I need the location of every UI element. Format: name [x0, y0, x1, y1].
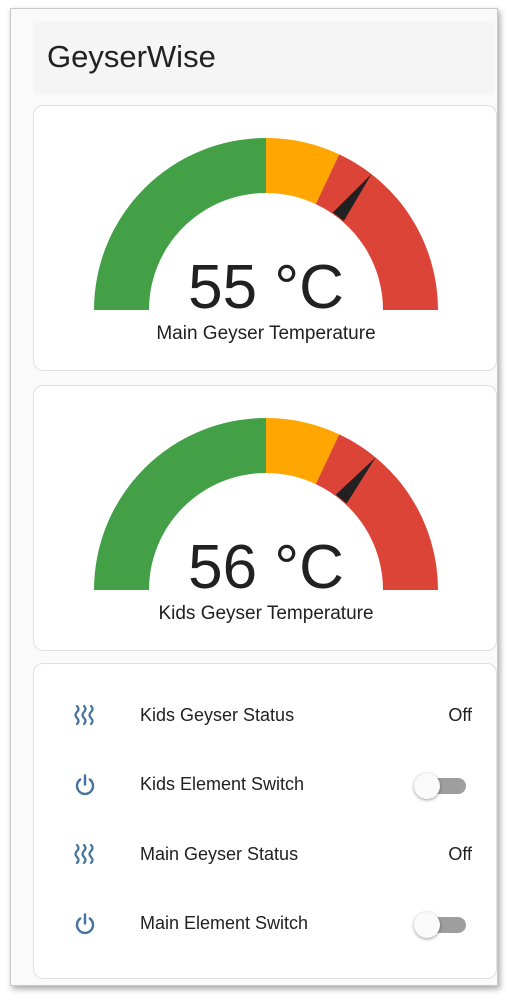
main-geyser-temperature-value: 55 °C [188, 253, 344, 322]
kids-element-switch-row: Kids Element Switch [34, 760, 498, 810]
heat-waves-icon [74, 843, 94, 865]
kids-geyser-status-label: Kids Geyser Status [140, 705, 295, 725]
power-icon [75, 774, 95, 796]
toggle-knob [414, 773, 440, 799]
main-geyser-gauge-card[interactable]: 55 °C Main Geyser Temperature [33, 105, 497, 371]
main-element-switch-label: Main Element Switch [140, 913, 309, 933]
main-element-switch-row: Main Element Switch [34, 899, 498, 949]
toggle-knob [414, 912, 440, 938]
kids-geyser-status-value: Off [448, 705, 472, 725]
dashboard-window: GeyserWise 55 °C Main Geyser Temperature… [10, 8, 498, 986]
main-geyser-status-label: Main Geyser Status [140, 844, 299, 864]
kids-element-switch-label: Kids Element Switch [140, 774, 305, 794]
kids-geyser-temperature-label: Kids Geyser Temperature [158, 603, 374, 624]
heat-waves-icon [74, 704, 94, 726]
kids-element-switch-toggle[interactable] [414, 773, 468, 799]
main-geyser-temperature-label: Main Geyser Temperature [156, 323, 376, 344]
main-geyser-status-value: Off [448, 844, 472, 864]
kids-geyser-status-row[interactable]: Kids Geyser Status Off [34, 691, 498, 741]
app-title: GeyserWise [47, 39, 216, 74]
app-header: GeyserWise [33, 21, 495, 95]
kids-geyser-gauge-card[interactable]: 56 °C Kids Geyser Temperature [33, 385, 497, 651]
entities-card: Kids Geyser Status Off Kids Element Swit… [33, 663, 497, 979]
kids-geyser-temperature-value: 56 °C [188, 533, 344, 602]
main-element-switch-toggle[interactable] [414, 912, 468, 938]
power-icon [75, 913, 95, 935]
main-geyser-status-row[interactable]: Main Geyser Status Off [34, 830, 498, 880]
